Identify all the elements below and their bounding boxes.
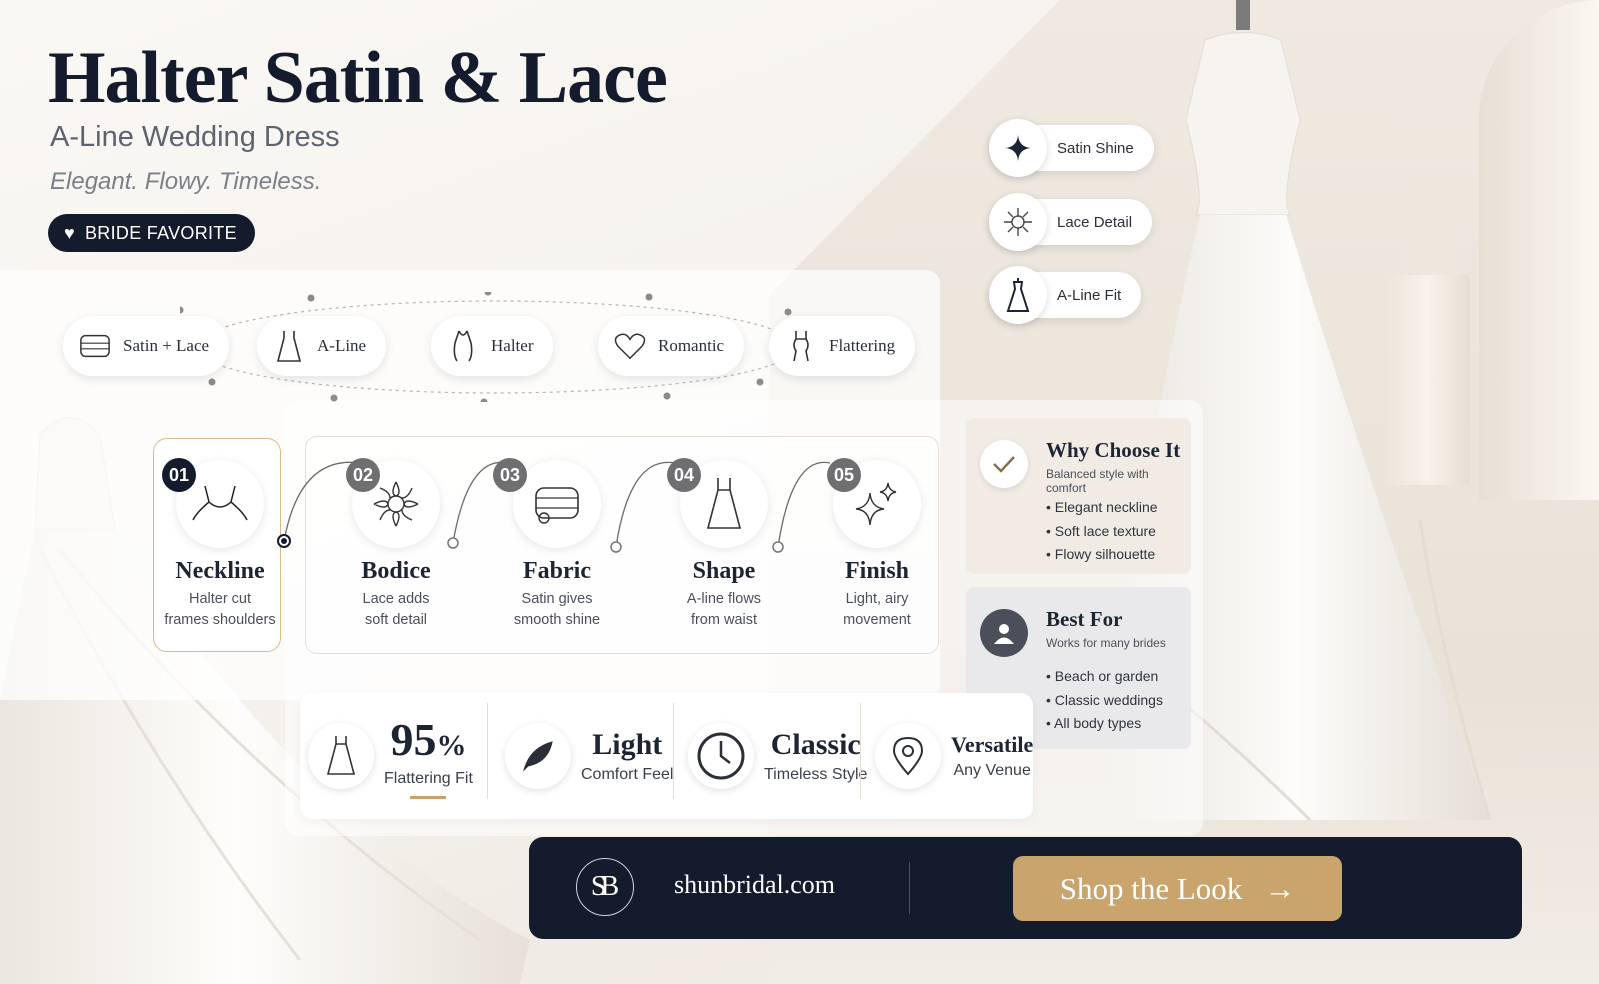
shop-the-look-button[interactable]: Shop the Look →	[1013, 856, 1342, 921]
stat-value: Versatile	[951, 732, 1034, 757]
stats-bar: 95% Flattering Fit Light Comfort Feel Cl…	[300, 693, 1033, 819]
card-list: Elegant neckline Soft lace texture Flowy…	[1046, 496, 1158, 567]
list-item: Classic weddings	[1046, 689, 1163, 713]
side-feature-lace-detail: Lace Detail	[989, 193, 1153, 251]
stat-value: Light	[592, 728, 663, 761]
side-feature-label: Satin Shine	[1057, 139, 1134, 157]
accent-line	[410, 796, 447, 799]
feature-flattering: Flattering	[769, 316, 916, 376]
clock-icon	[688, 723, 754, 789]
step-name: Shape	[692, 558, 756, 584]
step-number: 05	[827, 458, 861, 492]
stat-flattering: 95% Flattering Fit	[308, 693, 473, 819]
side-feature-label: Lace Detail	[1057, 213, 1133, 231]
divider	[909, 862, 910, 914]
card-title: Best For	[1046, 607, 1123, 631]
card-subtitle: Works for many brides	[1046, 636, 1166, 650]
card-subtitle: Balanced style with comfort	[1046, 467, 1149, 495]
stat-label: Any Venue	[953, 762, 1031, 779]
side-feature-a-line-fit: A-Line Fit	[989, 266, 1142, 324]
step-name: Bodice	[361, 558, 431, 584]
step-bodice: 02 Bodice Lace adds soft detail	[326, 458, 466, 631]
step-number: 04	[667, 458, 701, 492]
feature-a-line: A-Line	[257, 316, 387, 376]
list-item: All body types	[1046, 712, 1163, 736]
divider	[487, 703, 488, 799]
page-subtitle: A-Line Wedding Dress	[50, 121, 340, 153]
side-feature-label: A-Line Fit	[1057, 286, 1122, 304]
arrow-right-icon: →	[1264, 870, 1296, 906]
dress-form-icon	[989, 266, 1047, 324]
list-item: Soft lace texture	[1046, 520, 1158, 544]
location-pin-icon	[875, 723, 941, 789]
page-title: Halter Satin & Lace	[48, 37, 668, 119]
list-item: Elegant neckline	[1046, 496, 1158, 520]
step-number: 03	[493, 458, 527, 492]
divider	[860, 703, 861, 799]
card-title: Why Choose It	[1046, 438, 1181, 462]
feature-satin-lace: Satin + Lace	[63, 316, 230, 376]
halter-icon	[447, 330, 479, 362]
checkmark-icon	[980, 440, 1028, 488]
step-desc: Satin gives smooth shine	[513, 591, 601, 628]
sparkle-icon	[989, 119, 1047, 177]
figure-icon	[785, 330, 817, 362]
divider	[673, 703, 674, 799]
heart-icon: ♥	[64, 222, 75, 243]
step-finish: 05 Finish Light, airy movement	[807, 458, 947, 631]
stat-label: Timeless Style	[764, 766, 868, 783]
bride-favorite-badge: ♥ BRIDE FAVORITE	[48, 214, 255, 252]
step-name: Fabric	[523, 558, 591, 584]
stat-unit: %	[436, 729, 467, 762]
step-number: 02	[346, 458, 380, 492]
stat-value: 95	[390, 714, 437, 765]
stat-versatile: Versatile Any Venue	[875, 693, 1033, 819]
why-choose-card: Why Choose It Balanced style with comfor…	[966, 418, 1191, 574]
step-shape: 04 Shape A-line flows from waist	[654, 458, 794, 631]
step-desc: Light, airy movement	[843, 591, 911, 628]
stat-light: Light Comfort Feel	[505, 693, 673, 819]
feature-label: Flattering	[829, 336, 896, 355]
feature-label: A-Line	[317, 336, 367, 355]
step-name: Neckline	[175, 558, 265, 584]
stat-classic: Classic Timeless Style	[688, 693, 867, 819]
step-desc: Lace adds soft detail	[362, 591, 430, 628]
card-list: Beach or garden Classic weddings All bod…	[1046, 665, 1163, 736]
feature-label: Halter	[491, 336, 534, 355]
badge-label: BRIDE FAVORITE	[85, 222, 237, 243]
user-icon	[980, 609, 1028, 657]
step-desc: Halter cut frames shoulders	[164, 591, 276, 628]
step-name: Finish	[844, 558, 910, 584]
feature-halter: Halter	[431, 316, 554, 376]
step-neckline: 01 Neckline Halter cut frames shoulders	[150, 458, 290, 631]
brand-logo: SB	[576, 858, 634, 916]
stat-label: Comfort Feel	[581, 766, 674, 783]
stat-label: Flattering Fit	[384, 770, 473, 787]
step-fabric: 03 Fabric Satin gives smooth shine	[487, 458, 627, 631]
step-number: 01	[162, 458, 196, 492]
list-item: Flowy silhouette	[1046, 543, 1158, 567]
feature-label: Romantic	[658, 336, 725, 355]
heart-icon	[614, 330, 646, 362]
side-feature-satin-shine: Satin Shine	[989, 119, 1154, 177]
dress-icon	[273, 330, 305, 362]
button-label: Shop the Look	[1059, 870, 1243, 906]
tagline: Elegant. Flowy. Timeless.	[50, 168, 322, 195]
step-desc: A-line flows from waist	[686, 591, 762, 628]
dress-icon	[308, 723, 374, 789]
list-item: Beach or garden	[1046, 665, 1163, 689]
feature-romantic: Romantic	[598, 316, 745, 376]
lace-icon	[989, 193, 1047, 251]
stat-value: Classic	[770, 728, 861, 761]
feature-label: Satin + Lace	[123, 336, 210, 355]
feather-icon	[505, 723, 571, 789]
site-link[interactable]: shunbridal.com	[674, 870, 835, 900]
fabric-icon	[79, 330, 111, 362]
